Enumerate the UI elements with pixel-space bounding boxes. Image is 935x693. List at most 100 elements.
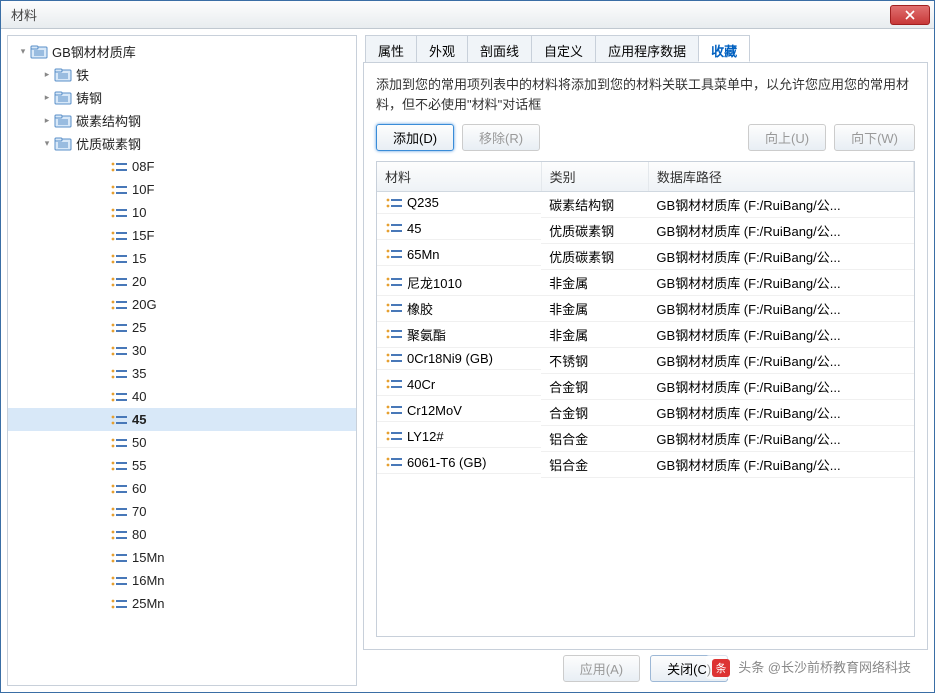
tree-material[interactable]: 45 [8, 408, 356, 431]
tree-root[interactable]: ▾ GB钢材材质库 [8, 40, 356, 63]
material-icon [110, 367, 128, 381]
cell-material: 聚氨酯 [407, 325, 446, 344]
tree-material[interactable]: 25Mn [8, 592, 356, 615]
material-icon [110, 482, 128, 496]
tree-material[interactable]: 50 [8, 431, 356, 454]
tab-属性[interactable]: 属性 [365, 35, 417, 62]
tree-material[interactable]: 08F [8, 155, 356, 178]
cell-material: Cr12MoV [407, 403, 462, 418]
material-tree[interactable]: ▾ GB钢材材质库 ▸ 铁 ▸ 铸钢 ▸ 碳素结构钢 ▾ 优质碳素钢 08F 1… [7, 35, 357, 686]
tree-material[interactable]: 15Mn [8, 546, 356, 569]
tab-收藏[interactable]: 收藏 [698, 35, 750, 62]
tree-material[interactable]: 60 [8, 477, 356, 500]
tab-外观[interactable]: 外观 [416, 35, 468, 62]
tree-folder[interactable]: ▸ 铸钢 [8, 86, 356, 109]
tree-material[interactable]: 70 [8, 500, 356, 523]
cell-path: GB钢材材质库 (F:/RuiBang/公... [648, 270, 913, 296]
material-icon [110, 551, 128, 565]
tree-folder[interactable]: ▾ 优质碳素钢 [8, 132, 356, 155]
expander-icon[interactable]: ▾ [16, 45, 30, 59]
col-path[interactable]: 数据库路径 [648, 162, 913, 192]
table-row[interactable]: Q235 碳素结构钢 GB钢材材质库 (F:/RuiBang/公... [377, 192, 914, 218]
move-up-button[interactable]: 向上(U) [748, 124, 826, 151]
folder-icon [54, 113, 72, 129]
tree-item-label: 15Mn [132, 550, 165, 565]
close-button[interactable] [890, 5, 930, 25]
expander-icon[interactable]: ▸ [40, 114, 54, 128]
tree-material[interactable]: 15 [8, 247, 356, 270]
col-category[interactable]: 类别 [541, 162, 648, 192]
apply-button[interactable]: 应用(A) [563, 655, 640, 682]
tree-item-label: 20 [132, 274, 146, 289]
tree-material[interactable]: 35 [8, 362, 356, 385]
watermark: 条 头条 @长沙前桥教育网络科技 [706, 655, 917, 679]
tab-自定义[interactable]: 自定义 [531, 35, 596, 62]
table-row[interactable]: 聚氨酯 非金属 GB钢材材质库 (F:/RuiBang/公... [377, 322, 914, 348]
favorites-table[interactable]: 材料 类别 数据库路径 Q235 碳素结构钢 GB钢材材质库 (F:/RuiBa… [377, 162, 914, 478]
tree-folder[interactable]: ▸ 碳素结构钢 [8, 109, 356, 132]
table-row[interactable]: 65Mn 优质碳素钢 GB钢材材质库 (F:/RuiBang/公... [377, 244, 914, 270]
cell-material: Q235 [407, 195, 439, 210]
tree-material[interactable]: 25 [8, 316, 356, 339]
add-button[interactable]: 添加(D) [376, 124, 454, 151]
cell-category: 非金属 [541, 322, 648, 348]
expander-icon[interactable]: ▸ [40, 91, 54, 105]
material-icon [385, 351, 403, 365]
favorites-description: 添加到您的常用项列表中的材料将添加到您的材料关联工具菜单中，以允许您应用您的常用… [376, 75, 915, 114]
material-icon [385, 403, 403, 417]
cell-path: GB钢材材质库 (F:/RuiBang/公... [648, 426, 913, 452]
material-icon [110, 229, 128, 243]
table-row[interactable]: 橡胶 非金属 GB钢材材质库 (F:/RuiBang/公... [377, 296, 914, 322]
expander-icon[interactable]: ▾ [40, 137, 54, 151]
tree-material[interactable]: 55 [8, 454, 356, 477]
tree-folder[interactable]: ▸ 铁 [8, 63, 356, 86]
window-title: 材料 [11, 5, 890, 24]
tree-item-label: 08F [132, 159, 154, 174]
cell-category: 不锈钢 [541, 348, 648, 374]
material-icon [110, 298, 128, 312]
tree-material[interactable]: 15F [8, 224, 356, 247]
cell-path: GB钢材材质库 (F:/RuiBang/公... [648, 296, 913, 322]
move-down-button[interactable]: 向下(W) [834, 124, 915, 151]
material-icon [385, 301, 403, 315]
cell-material: 40Cr [407, 377, 435, 392]
tree-item-label: 铸钢 [76, 88, 102, 107]
tree-material[interactable]: 40 [8, 385, 356, 408]
tree-material[interactable]: 20 [8, 270, 356, 293]
tree-material[interactable]: 16Mn [8, 569, 356, 592]
material-icon [110, 390, 128, 404]
tree-material[interactable]: 20G [8, 293, 356, 316]
tree-item-label: 60 [132, 481, 146, 496]
cell-path: GB钢材材质库 (F:/RuiBang/公... [648, 244, 913, 270]
remove-button[interactable]: 移除(R) [462, 124, 540, 151]
tree-material[interactable]: 10 [8, 201, 356, 224]
expander-icon[interactable]: ▸ [40, 68, 54, 82]
folder-icon [54, 67, 72, 83]
material-icon [385, 221, 403, 235]
material-icon [385, 429, 403, 443]
table-row[interactable]: Cr12MoV 合金钢 GB钢材材质库 (F:/RuiBang/公... [377, 400, 914, 426]
cell-path: GB钢材材质库 (F:/RuiBang/公... [648, 400, 913, 426]
table-row[interactable]: 0Cr18Ni9 (GB) 不锈钢 GB钢材材质库 (F:/RuiBang/公.… [377, 348, 914, 374]
material-icon [385, 275, 403, 289]
tree-item-label: 铁 [76, 65, 89, 84]
table-row[interactable]: 45 优质碳素钢 GB钢材材质库 (F:/RuiBang/公... [377, 218, 914, 244]
folder-icon [30, 44, 48, 60]
table-row[interactable]: LY12# 铝合金 GB钢材材质库 (F:/RuiBang/公... [377, 426, 914, 452]
favorites-panel: 添加到您的常用项列表中的材料将添加到您的材料关联工具菜单中，以允许您应用您的常用… [363, 63, 928, 650]
col-material[interactable]: 材料 [377, 162, 541, 192]
tab-应用程序数据[interactable]: 应用程序数据 [595, 35, 699, 62]
tree-item-label: 10F [132, 182, 154, 197]
material-icon [110, 206, 128, 220]
tree-material[interactable]: 30 [8, 339, 356, 362]
tree-material[interactable]: 10F [8, 178, 356, 201]
table-row[interactable]: 6061-T6 (GB) 铝合金 GB钢材材质库 (F:/RuiBang/公..… [377, 452, 914, 478]
table-row[interactable]: 尼龙1010 非金属 GB钢材材质库 (F:/RuiBang/公... [377, 270, 914, 296]
tree-material[interactable]: 80 [8, 523, 356, 546]
table-row[interactable]: 40Cr 合金钢 GB钢材材质库 (F:/RuiBang/公... [377, 374, 914, 400]
tab-剖面线[interactable]: 剖面线 [467, 35, 532, 62]
cell-material: 6061-T6 (GB) [407, 455, 486, 470]
tree-item-label: 10 [132, 205, 146, 220]
cell-category: 铝合金 [541, 426, 648, 452]
close-icon [905, 10, 915, 20]
